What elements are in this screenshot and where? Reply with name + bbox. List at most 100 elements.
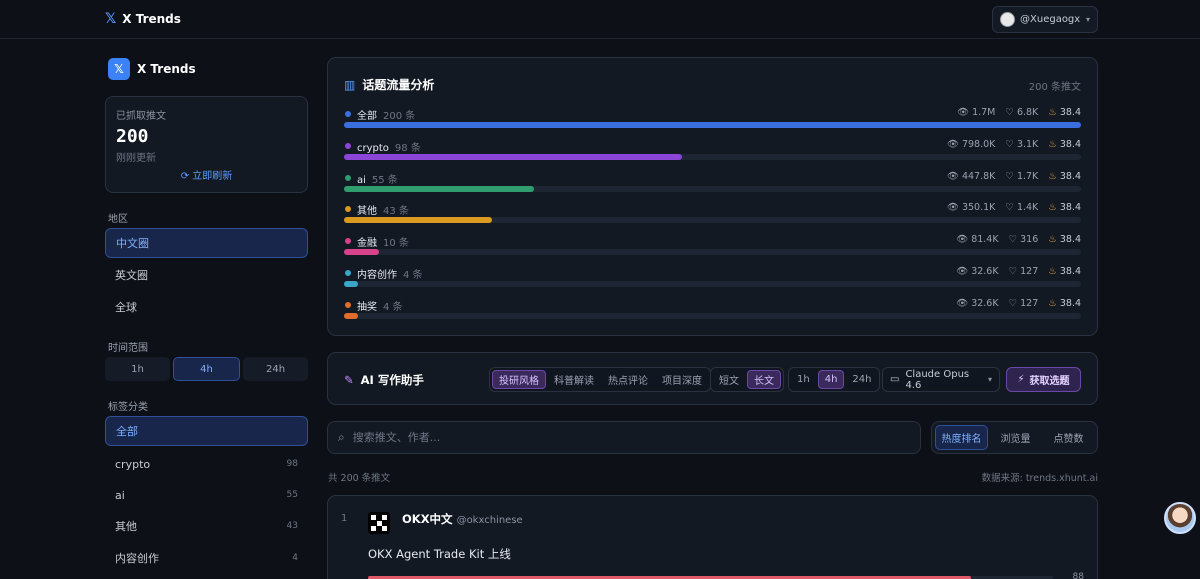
topic-likes: ♡ 316 bbox=[1009, 234, 1039, 245]
time-option-24h[interactable]: 24h bbox=[243, 357, 308, 381]
tag-item-ai[interactable]: ai 55 bbox=[105, 480, 308, 510]
time-section-title: 时间范围 bbox=[108, 343, 148, 354]
topic-likes: ♡ 1.4K bbox=[1005, 202, 1038, 213]
region-section-title: 地区 bbox=[108, 214, 128, 225]
topic-row-finance[interactable]: 金融 10 条 👁︎ 81.4K ♡ 316 ♨ 38.4 bbox=[344, 234, 1081, 259]
heart-icon: ♡ bbox=[1005, 107, 1014, 118]
stats-card: 已抓取推文 200 刚刚更新 ⟳ 立即刷新 bbox=[105, 96, 308, 193]
tag-item-crypto[interactable]: crypto 98 bbox=[105, 449, 308, 479]
topic-count: 200 条 bbox=[383, 111, 416, 122]
stats-updated-text: 刚刚更新 bbox=[116, 153, 156, 164]
tag-item-other[interactable]: 其他 43 bbox=[105, 511, 308, 541]
topic-metrics: 👁︎ 1.7M ♡ 6.8K ♨ 38.4 bbox=[957, 107, 1081, 118]
topic-likes: ♡ 127 bbox=[1009, 266, 1039, 277]
length-option-short[interactable]: 短文 bbox=[713, 370, 745, 389]
topic-row-giveaway[interactable]: 抽奖 4 条 👁︎ 32.6K ♡ 127 ♨ 38.4 bbox=[344, 298, 1081, 323]
assistant-avatar-button[interactable] bbox=[1164, 502, 1196, 534]
user-menu-button[interactable]: @Xuegaogx ▾ bbox=[992, 6, 1098, 33]
topic-row-content-creation[interactable]: 内容创作 4 条 👁︎ 32.6K ♡ 127 ♨ 38.4 bbox=[344, 266, 1081, 291]
topic-row-ai[interactable]: ai 55 条 👁︎ 447.8K ♡ 1.7K ♨ 38.4 bbox=[344, 171, 1081, 196]
tag-section-title: 标签分类 bbox=[108, 402, 148, 413]
tweet-author-handle: @okxchinese bbox=[456, 515, 523, 526]
sort-option-heat[interactable]: 热度排名 bbox=[935, 425, 988, 450]
topic-views-value: 350.1K bbox=[961, 202, 996, 214]
fetch-topics-button[interactable]: ⚡ 获取选题 bbox=[1006, 367, 1081, 392]
topic-label: 内容创作 bbox=[357, 270, 397, 281]
window-option-1h[interactable]: 1h bbox=[791, 370, 816, 389]
flame-icon: ♨ bbox=[1048, 234, 1057, 246]
topic-color-dot bbox=[345, 301, 351, 308]
sort-option-views[interactable]: 浏览量 bbox=[990, 425, 1041, 450]
topic-row-other[interactable]: 其他 43 条 👁︎ 350.1K ♡ 1.4K ♨ 38.4 bbox=[344, 202, 1081, 227]
heart-icon: ♡ bbox=[1005, 202, 1014, 214]
topic-heat: ♨ 38.4 bbox=[1048, 139, 1081, 150]
topic-heat: ♨ 38.4 bbox=[1048, 171, 1081, 182]
topic-heat: ♨ 38.4 bbox=[1048, 298, 1081, 309]
top-bar: 𝕏 X Trends @Xuegaogx ▾ bbox=[0, 0, 1200, 39]
tag-item-content-creation[interactable]: 内容创作 4 bbox=[105, 543, 308, 573]
topic-count: 10 条 bbox=[383, 238, 409, 250]
topic-heat-value: 38.4 bbox=[1059, 170, 1081, 182]
length-option-long[interactable]: 长文 bbox=[747, 370, 781, 389]
style-option-research[interactable]: 投研风格 bbox=[492, 370, 546, 389]
lightning-icon: ⚡ bbox=[1017, 374, 1025, 385]
tag-item-all[interactable]: 全部 bbox=[105, 416, 308, 446]
data-source-text: 数据来源: trends.xhunt.ai bbox=[981, 473, 1098, 484]
app-brand[interactable]: 𝕏 X Trends bbox=[105, 11, 181, 27]
topic-views-value: 798.0K bbox=[961, 138, 996, 150]
topic-likes-value: 127 bbox=[1020, 297, 1039, 309]
topic-views-value: 32.6K bbox=[971, 297, 999, 309]
okx-logo-icon bbox=[368, 512, 390, 534]
topic-heat-value: 38.4 bbox=[1059, 297, 1081, 309]
style-option-commentary[interactable]: 热点评论 bbox=[602, 370, 654, 389]
tweet-author[interactable]: OKX中文 @okxchinese bbox=[402, 511, 523, 527]
refresh-button[interactable]: ⟳ 立即刷新 bbox=[106, 167, 307, 182]
flame-icon: ♨ bbox=[1048, 266, 1057, 277]
tag-label: ai bbox=[115, 488, 125, 502]
topic-name: 其他 43 条 bbox=[357, 202, 409, 217]
time-option-4h[interactable]: 4h bbox=[173, 357, 240, 381]
window-option-4h[interactable]: 4h bbox=[817, 370, 845, 389]
refresh-icon: ⟳ bbox=[180, 171, 190, 182]
time-option-1h[interactable]: 1h bbox=[105, 357, 170, 381]
tweet-author-name: OKX中文 bbox=[402, 512, 453, 526]
search-input[interactable] bbox=[352, 431, 910, 444]
window-option-24h[interactable]: 24h bbox=[846, 370, 877, 389]
topic-color-dot bbox=[345, 238, 351, 245]
window-selector: 1h 4h 24h bbox=[788, 367, 881, 392]
topic-progress-track bbox=[344, 153, 1081, 160]
topic-views: 👁︎ 81.4K bbox=[956, 234, 998, 245]
sort-option-likes[interactable]: 点赞数 bbox=[1043, 425, 1094, 450]
topic-label: ai bbox=[357, 174, 366, 186]
region-item-english[interactable]: 英文圈 bbox=[105, 260, 308, 290]
tweet-rank: 1 bbox=[341, 513, 348, 524]
topic-heat-value: 38.4 bbox=[1059, 266, 1081, 277]
flame-icon: ♨ bbox=[1048, 138, 1057, 150]
topic-likes-value: 127 bbox=[1020, 266, 1039, 277]
topic-color-dot bbox=[345, 111, 351, 117]
monitor-icon: ▭ bbox=[890, 374, 900, 385]
topic-metrics: 👁︎ 32.6K ♡ 127 ♨ 38.4 bbox=[956, 298, 1081, 309]
region-item-global[interactable]: 全球 bbox=[105, 292, 308, 322]
search-bar: ⌕ bbox=[327, 421, 921, 454]
x-logo-icon: 𝕏 bbox=[105, 11, 117, 27]
fetch-topics-label: 获取选题 bbox=[1029, 376, 1070, 387]
topic-row-crypto[interactable]: crypto 98 条 👁︎ 798.0K ♡ 3.1K ♨ 38.4 bbox=[344, 138, 1081, 164]
topic-progress-fill bbox=[344, 312, 358, 319]
pencil-icon: ✎ bbox=[344, 373, 354, 387]
topic-traffic-title: 话题流量分析 bbox=[362, 78, 435, 92]
style-option-deep-dive[interactable]: 项目深度 bbox=[656, 370, 708, 389]
topic-views: 👁︎ 1.7M bbox=[957, 107, 995, 118]
x-logo-icon: 𝕏 bbox=[108, 58, 130, 80]
model-select[interactable]: ▭ Claude Opus 4.6 ▾ bbox=[882, 367, 1000, 392]
topic-progress-fill bbox=[344, 122, 1081, 128]
eye-icon: 👁︎ bbox=[946, 138, 959, 150]
region-item-chinese[interactable]: 中文圈 bbox=[105, 228, 308, 258]
flame-icon: ♨ bbox=[1048, 107, 1057, 118]
style-option-explainer[interactable]: 科普解读 bbox=[548, 370, 600, 389]
topic-row-all[interactable]: 全部 200 条 👁︎ 1.7M ♡ 6.8K ♨ 38.4 bbox=[344, 107, 1081, 132]
eye-icon: 👁︎ bbox=[956, 297, 969, 309]
topic-traffic-header: ▥ 话题流量分析 bbox=[344, 76, 434, 93]
topic-views: 👁︎ 32.6K bbox=[956, 298, 998, 309]
tweet-card[interactable]: 1 OKX中文 @okxchinese OKX Agent Trade Kit 上… bbox=[327, 495, 1098, 579]
